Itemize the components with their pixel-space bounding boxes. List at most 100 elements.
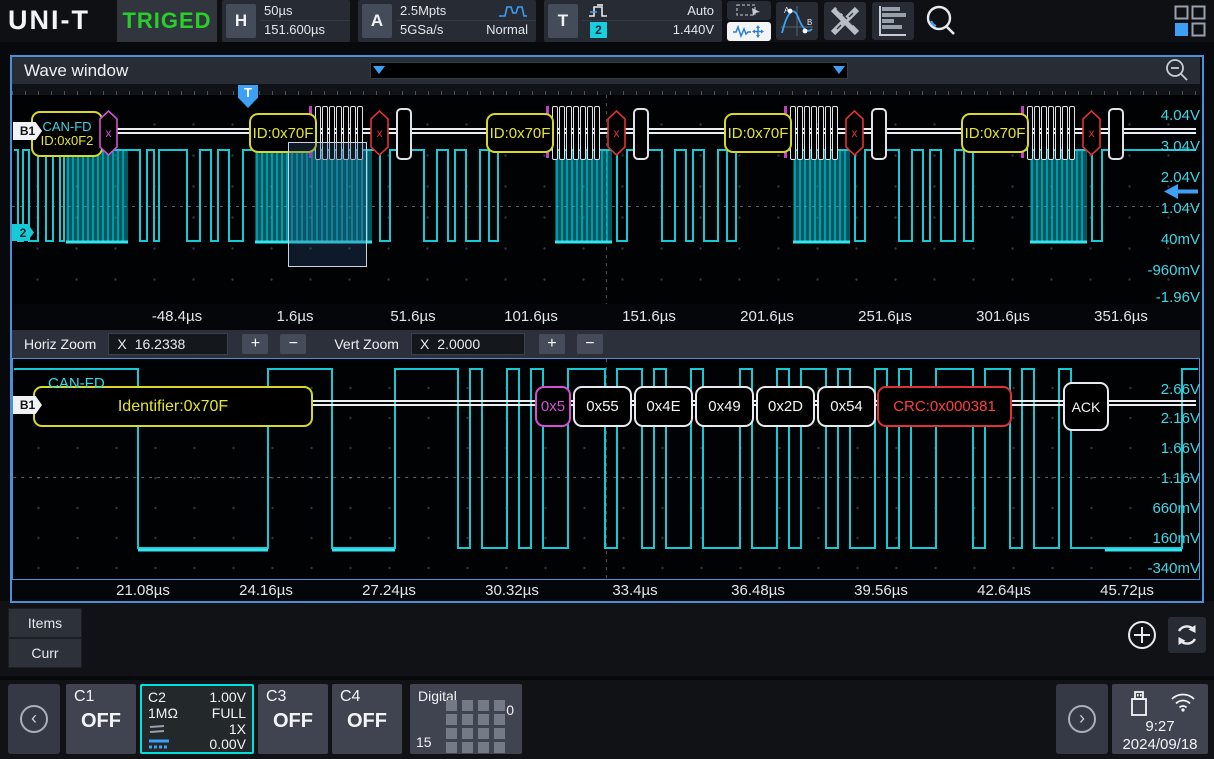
svg-text:x: x: [1089, 126, 1095, 140]
main-error-marker-red: x: [1082, 110, 1101, 156]
position-marker-left-icon[interactable]: [373, 66, 385, 74]
window-layout-button[interactable]: [1174, 5, 1206, 37]
main-time-label: 351.6µs: [1076, 308, 1166, 325]
system-status-panel[interactable]: 9:27 2024/09/18: [1112, 684, 1208, 754]
trigger-settings-block[interactable]: T 2 Auto 1.440V: [544, 0, 722, 42]
channel2-probe: 1X: [229, 721, 246, 737]
refresh-icon: [1174, 622, 1200, 648]
horizontal-settings-block[interactable]: H 50µs 151.600µs: [222, 0, 350, 42]
digital-bit-square: [462, 700, 473, 711]
main-voltage-label: -1.96V: [1130, 289, 1200, 306]
zoom-controls-bar: Horiz Zoom X16.2338 + − Vert Zoom X2.000…: [12, 330, 1200, 358]
magnifier-icon: [923, 3, 959, 39]
main-voltage-label: 3.04V: [1130, 138, 1200, 155]
zoom-voltage-label: -340mV: [1130, 560, 1200, 577]
decode-bit-pill: [559, 106, 565, 160]
select-region-icon[interactable]: [727, 1, 771, 20]
svg-text:x: x: [852, 126, 858, 140]
items-button[interactable]: Items: [8, 608, 82, 638]
digital-bit-square: [446, 728, 457, 739]
channel1-state: OFF: [66, 710, 136, 733]
decode-bit-pill: [566, 106, 572, 160]
zoom-out-button[interactable]: [1164, 58, 1190, 84]
main-error-marker-magenta: x: [99, 110, 118, 156]
trigger-position-ruler[interactable]: [12, 84, 1200, 95]
horiz-zoom-in-button[interactable]: +: [242, 334, 268, 354]
top-status-bar: UNI-T TRIGED H 50µs 151.600µs A 2.5Mpts …: [0, 0, 1214, 42]
main-frame-id-bubble: ID:0x70F: [724, 113, 792, 153]
channel3-state: OFF: [258, 710, 328, 733]
zoom-voltage-label: 660mV: [1130, 500, 1200, 517]
vert-zoom-out-button[interactable]: −: [577, 334, 603, 354]
main-time-label: 151.6µs: [604, 308, 694, 325]
digital-bit-square: [478, 728, 489, 739]
main-voltage-label: -960mV: [1130, 262, 1200, 279]
main-error-marker-red: x: [845, 110, 864, 156]
zoom-byte-bubble: 0x2D: [756, 386, 815, 427]
scroll-right-button[interactable]: ›: [1056, 684, 1108, 754]
decode-bit-pill: [832, 106, 838, 160]
acquire-mode-value: Normal: [486, 22, 528, 37]
decode-bit-pill: [1055, 106, 1061, 160]
math-ab-button[interactable]: A B: [776, 2, 818, 40]
vert-zoom-mult: X: [420, 336, 429, 352]
digital-panel[interactable]: Digital 0 15: [410, 684, 522, 754]
trigger-source-badge: 2: [590, 22, 607, 38]
channel2-impedance: 1MΩ: [148, 705, 178, 721]
zoom-identifier-bubble: Identifier:0x70F: [33, 386, 313, 427]
main-voltage-label: 40mV: [1130, 231, 1200, 248]
position-marker-right-icon[interactable]: [833, 66, 845, 74]
cursor-tool-button[interactable]: [727, 1, 771, 41]
histogram-icon: [878, 5, 908, 37]
channel4-panel[interactable]: C4 OFF: [332, 684, 402, 754]
trigger-status-badge: TRIGED: [117, 0, 217, 42]
horizontal-position-bar[interactable]: [370, 62, 848, 79]
channel3-panel[interactable]: C3 OFF: [258, 684, 328, 754]
main-time-label: 51.6µs: [368, 308, 458, 325]
refresh-button[interactable]: [1168, 617, 1206, 653]
search-button[interactable]: [920, 2, 962, 40]
digital-bit-square: [494, 742, 505, 753]
zoom-selection-rect[interactable]: [288, 142, 367, 267]
curr-button[interactable]: Curr: [8, 638, 82, 668]
digital-bit-square: [446, 742, 457, 753]
horiz-zoom-field[interactable]: X16.2338: [108, 333, 228, 355]
digital-bit-square: [462, 714, 473, 725]
zoom-byte-bubble: 0x55: [573, 386, 632, 427]
oscilloscope-screen: UNI-T TRIGED H 50µs 151.600µs A 2.5Mpts …: [0, 0, 1214, 759]
waveform-move-icon[interactable]: [727, 22, 771, 41]
channel2-bandwidth: FULL: [212, 705, 246, 721]
scroll-left-button[interactable]: ‹: [8, 684, 60, 754]
vert-zoom-field[interactable]: X2.0000: [411, 333, 525, 355]
channel2-panel[interactable]: C2 1.00V 1MΩ FULL 1X 0.00V: [140, 684, 254, 754]
digital-bit-square: [478, 742, 489, 753]
channel1-panel[interactable]: C1 OFF: [66, 684, 136, 754]
rulers-icon: [829, 5, 861, 37]
horiz-zoom-out-button[interactable]: −: [280, 334, 306, 354]
trigger-level-arrow-icon[interactable]: [1164, 184, 1198, 199]
digital-last-bit: 15: [416, 734, 432, 750]
histogram-button[interactable]: [872, 2, 914, 40]
digital-bit-square: [494, 700, 505, 711]
wave-window-title: Wave window: [24, 61, 128, 81]
decode-bit-pill: [797, 106, 803, 160]
zoom-time-label: 21.08µs: [98, 582, 188, 599]
acquire-settings-block[interactable]: A 2.5Mpts 5GSa/s Normal: [358, 0, 536, 42]
chevron-right-icon: ›: [1068, 705, 1096, 733]
zoom-time-label: 39.56µs: [836, 582, 926, 599]
main-error-marker-red: x: [607, 110, 626, 156]
main-error-marker-red: x: [370, 110, 389, 156]
decode-end-pill: [396, 108, 412, 160]
main-voltage-label: 4.04V: [1130, 107, 1200, 124]
main-time-label: 101.6µs: [486, 308, 576, 325]
add-item-button[interactable]: [1126, 619, 1158, 651]
main-time-label: 301.6µs: [958, 308, 1048, 325]
measure-button[interactable]: [824, 2, 866, 40]
brand-logo: UNI-T: [8, 5, 90, 36]
digital-bit-square: [446, 700, 457, 711]
vert-zoom-in-button[interactable]: +: [539, 334, 565, 354]
grid-layout-icon: [1174, 5, 1206, 37]
zoom-voltage-label: 1.66V: [1130, 440, 1200, 457]
items-strip: Items Curr: [0, 601, 1214, 676]
main-frame-id-bubble: ID:0x70F: [486, 113, 554, 153]
